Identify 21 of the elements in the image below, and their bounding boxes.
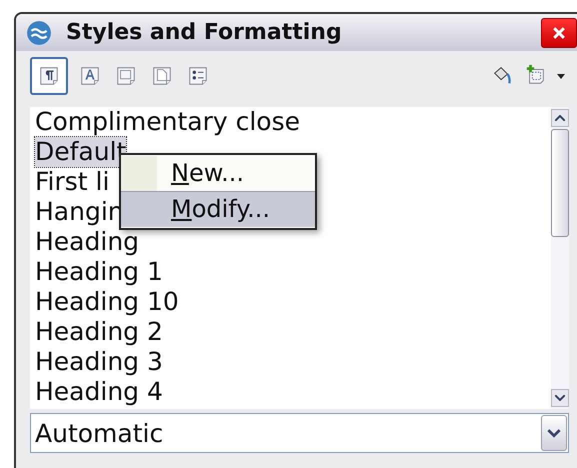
style-item[interactable]: Heading 3 xyxy=(35,347,163,377)
style-item[interactable]: Heading xyxy=(35,227,140,257)
filter-dropdown[interactable]: Automatic xyxy=(30,413,569,453)
paragraph-style-icon[interactable] xyxy=(38,65,60,87)
scroll-down-icon[interactable] xyxy=(551,389,569,407)
scrollbar[interactable] xyxy=(551,107,569,409)
style-item[interactable]: Heading 2 xyxy=(35,317,163,347)
style-item[interactable]: First li xyxy=(35,167,110,197)
caret-icon[interactable] xyxy=(557,74,565,78)
menu-item[interactable]: Modify... xyxy=(121,191,315,227)
scroll-up-icon[interactable] xyxy=(551,109,569,127)
style-item[interactable]: Complimentary close xyxy=(35,107,300,137)
app-logo-icon xyxy=(26,20,52,46)
style-item[interactable]: Default xyxy=(35,137,126,167)
style-item[interactable]: Heading 1 xyxy=(35,257,163,287)
style-item[interactable]: Heading 10 xyxy=(35,287,179,317)
close-icon[interactable] xyxy=(553,26,565,38)
paragraph-styles-button[interactable] xyxy=(30,57,68,95)
style-item[interactable]: Heading 4 xyxy=(35,377,163,407)
close-button[interactable] xyxy=(541,18,577,48)
window-title: Styles and Formatting xyxy=(66,20,343,45)
